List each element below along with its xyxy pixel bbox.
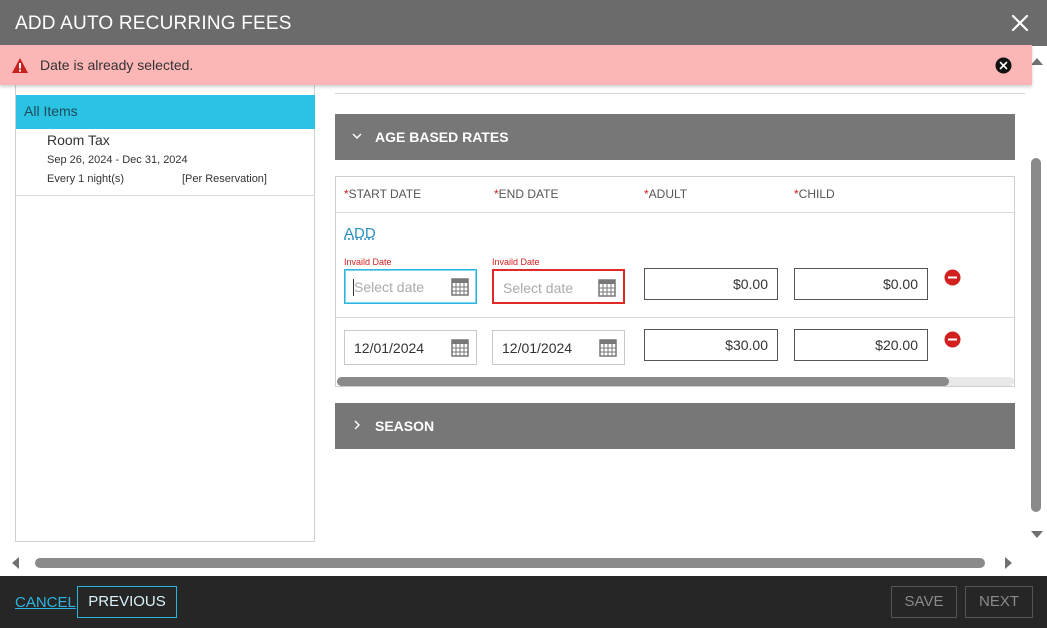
adult-rate-input[interactable]: $30.00 <box>644 329 778 361</box>
season-header[interactable]: SEASON <box>335 403 1015 449</box>
remove-row-icon[interactable] <box>944 331 961 348</box>
save-button[interactable]: SAVE <box>891 586 957 618</box>
horizontal-scrollbar[interactable] <box>10 555 1015 571</box>
vertical-scrollbar-thumb[interactable] <box>1031 158 1041 512</box>
adult-rate-value: $30.00 <box>725 337 768 353</box>
list-item[interactable]: Room Tax Sep 26, 2024 - Dec 31, 2024 Eve… <box>16 129 315 196</box>
dialog-title: ADD AUTO RECURRING FEES <box>15 13 292 34</box>
age-rates-grid: *START DATE *END DATE *ADULT *CHILD ADD … <box>335 176 1015 387</box>
grid-scrollbar-thumb[interactable] <box>337 377 949 386</box>
close-icon[interactable] <box>1007 10 1033 36</box>
add-row-link[interactable]: ADD <box>344 225 376 242</box>
child-rate-input[interactable]: $0.00 <box>794 268 928 300</box>
list-item-all[interactable]: All Items <box>16 95 315 129</box>
calendar-icon[interactable] <box>451 339 469 357</box>
fee-list-panel: All Items Room Tax Sep 26, 2024 - Dec 31… <box>15 85 315 542</box>
fee-name: Room Tax <box>47 132 110 148</box>
section-title: AGE BASED RATES <box>375 129 509 145</box>
end-date-error: Invaild Date <box>492 257 540 267</box>
scroll-down-icon[interactable] <box>1031 531 1043 538</box>
end-date-placeholder: Select date <box>503 280 574 296</box>
start-date-value: 12/01/2024 <box>354 340 425 356</box>
adult-rate-input[interactable]: $0.00 <box>644 268 778 300</box>
scroll-left-icon[interactable] <box>12 557 19 569</box>
scroll-right-icon[interactable] <box>1005 557 1012 569</box>
dialog: ADD AUTO RECURRING FEES Date is already … <box>0 0 1047 628</box>
cancel-link[interactable]: CANCEL <box>15 594 76 611</box>
title-bar: ADD AUTO RECURRING FEES <box>0 0 1047 46</box>
vertical-scrollbar[interactable] <box>1029 50 1043 545</box>
start-date-input[interactable]: Select date <box>344 269 477 304</box>
column-header-start-date: *START DATE <box>344 187 422 201</box>
age-based-rates-header[interactable]: AGE BASED RATES <box>335 114 1015 160</box>
error-message: Date is already selected. <box>40 57 194 73</box>
end-date-input[interactable]: Select date <box>492 269 625 304</box>
horizontal-scrollbar-thumb[interactable] <box>35 558 985 568</box>
header-divider <box>336 212 1014 213</box>
start-date-error: Invaild Date <box>344 257 392 267</box>
dismiss-icon[interactable] <box>995 57 1012 74</box>
fee-basis: [Per Reservation] <box>182 173 267 185</box>
end-date-value: 12/01/2024 <box>502 340 573 356</box>
column-header-child: *CHILD <box>794 187 835 201</box>
divider <box>335 93 1025 94</box>
chevron-down-icon <box>352 133 362 139</box>
section-title: SEASON <box>375 418 435 434</box>
warning-icon <box>12 58 28 73</box>
child-rate-input[interactable]: $20.00 <box>794 329 928 361</box>
calendar-icon[interactable] <box>451 278 469 296</box>
scroll-up-icon[interactable] <box>1031 58 1043 65</box>
column-header-adult: *ADULT <box>644 187 688 201</box>
grid-scrollbar[interactable] <box>337 377 1014 386</box>
calendar-icon[interactable] <box>599 339 617 357</box>
adult-rate-value: $0.00 <box>732 276 768 292</box>
previous-button[interactable]: PREVIOUS <box>77 586 177 618</box>
start-date-input[interactable]: 12/01/2024 <box>344 330 477 365</box>
fee-frequency: Every 1 night(s) <box>47 173 125 185</box>
end-date-input[interactable]: 12/01/2024 <box>492 330 625 365</box>
calendar-icon[interactable] <box>598 279 616 297</box>
child-rate-value: $0.00 <box>882 276 918 292</box>
row-divider <box>336 317 1014 318</box>
chevron-right-icon <box>354 420 360 430</box>
child-rate-value: $20.00 <box>875 337 918 353</box>
remove-row-icon[interactable] <box>944 269 961 286</box>
footer-bar: CANCEL PREVIOUS SAVE NEXT <box>0 576 1047 628</box>
start-date-placeholder: Select date <box>354 279 425 295</box>
error-banner: Date is already selected. <box>0 45 1032 85</box>
fee-dates: Sep 26, 2024 - Dec 31, 2024 <box>47 154 188 166</box>
column-header-end-date: *END DATE <box>494 187 559 201</box>
next-button[interactable]: NEXT <box>965 586 1033 618</box>
